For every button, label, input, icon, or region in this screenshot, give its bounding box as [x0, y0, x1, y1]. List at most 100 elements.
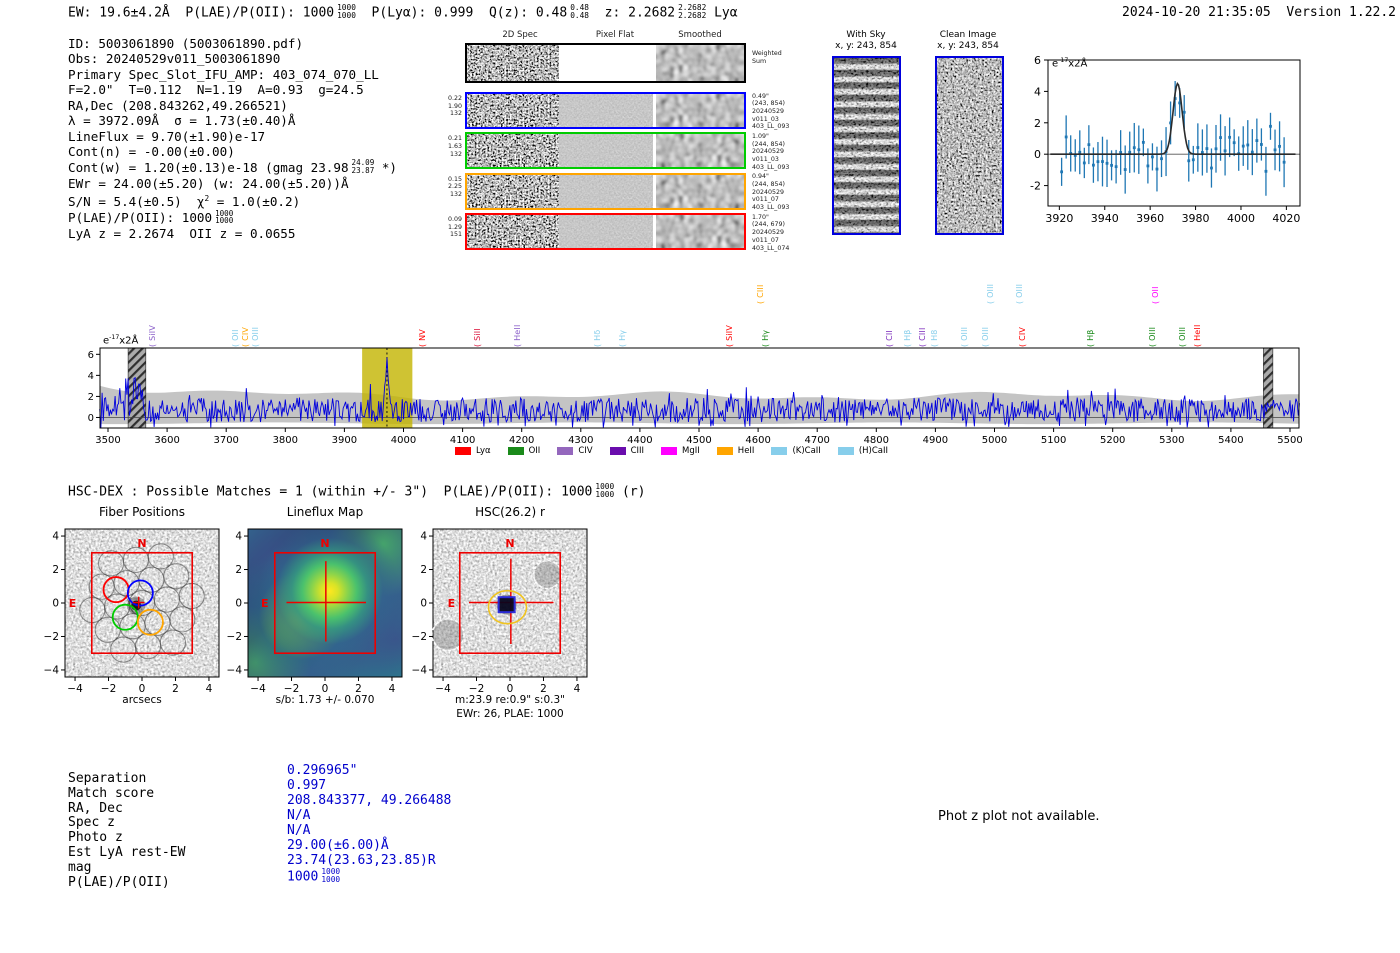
match-table-label: Photo z: [68, 830, 123, 846]
info-line: Cont(n) = -0.00(±0.00): [68, 144, 235, 160]
info-line: Obs: 20240529v011_5003061890: [68, 51, 281, 67]
svg-text:3900: 3900: [332, 435, 357, 446]
svg-text:−4: −4: [227, 664, 243, 676]
svg-text:5300: 5300: [1159, 435, 1184, 446]
legend-swatch: [609, 447, 626, 455]
stacked-fraction: 1000 1000: [321, 866, 341, 884]
svg-text:5100: 5100: [1041, 435, 1066, 446]
match-table-label: Est LyA rest-EW: [68, 844, 186, 860]
with-sky-title: With Sky x, y: 243, 854: [835, 30, 897, 51]
svg-text:5400: 5400: [1218, 435, 1243, 446]
svg-text:4100: 4100: [450, 435, 475, 446]
elixer-report-page: EW: 19.6±4.2Å P(LAE)/P(OII): 1000 1000 100…: [0, 0, 1400, 953]
svg-text:4: 4: [389, 683, 396, 693]
match-table-label: Separation: [68, 771, 147, 786]
svg-text:-2: -2: [1030, 180, 1041, 193]
legend-swatch: [507, 447, 524, 455]
svg-text:2: 2: [540, 683, 547, 693]
hsc-caption-1: m:23.9 re:0.9" s:0.3": [455, 694, 565, 706]
svg-text:0: 0: [52, 598, 59, 610]
spec2d-row: [465, 132, 746, 170]
svg-text:4300: 4300: [568, 435, 593, 446]
hsc-cutout-panel: HSC(26.2) r −4 −2 0 2 4 −4 −2 0 2 4 N E m:23.9 re:0…: [397, 505, 597, 721]
emission-line-label: ( CIII: [756, 284, 766, 304]
match-table-values: 0.296965" 0.997 208.843377, 49.266488 N/A N/…: [287, 763, 451, 885]
north-label: N: [505, 537, 514, 550]
info-line: F=2.0" T=0.112 N=1.19 A=0.93 g=24.5: [68, 82, 364, 98]
lineflux-map-title: Lineflux Map: [286, 505, 364, 519]
info-line: LyA z = 2.2674 OII z = 0.0655: [68, 226, 296, 242]
emission-line-labels: ( SiIV( OII( CIV( OIII( NV( SiII( HeII( …: [58, 264, 1308, 348]
match-table-label: RA, Dec: [68, 800, 123, 816]
hsc-cutout-plot: −4 −2 0 2 4 −4 −2 0 2 4 N E: [397, 523, 597, 693]
svg-text:3980: 3980: [1182, 212, 1210, 225]
east-label: E: [69, 597, 77, 610]
masked-region: [1263, 347, 1274, 429]
svg-text:0: 0: [420, 598, 427, 610]
svg-text:0: 0: [1034, 148, 1041, 161]
north-label: N: [320, 537, 329, 550]
emission-line-label: ( OII: [1150, 286, 1160, 304]
match-table-value: 29.00(±6.00)Å: [287, 837, 389, 853]
photz-note: Phot z plot not available.: [938, 809, 1100, 824]
spec2d-header-pixelflat: Pixel Flat: [595, 30, 635, 40]
match-table-label: mag: [68, 859, 92, 875]
svg-text:0: 0: [139, 683, 146, 693]
spec2d-header-smoothed: Smoothed: [678, 30, 722, 40]
legend-item: (H)CaII: [837, 446, 888, 456]
svg-text:4200: 4200: [509, 435, 534, 446]
svg-text:5000: 5000: [982, 435, 1007, 446]
spec2d-row-right-labels: 1.70" (244, 679) 20240529 v011_07 403_LL_074: [752, 213, 790, 252]
legend-swatch: [771, 447, 788, 455]
report-datetime-version: 2024-10-20 21:35:05 Version 1.22.2: [1040, 5, 1396, 20]
info-line: RA,Dec (208.843262,49.266521): [68, 97, 288, 113]
mini-axis-ticks: −4 −2 0 2 4 −4 −2 0 2 4: [227, 531, 396, 693]
legend-item: (K)CaII: [771, 446, 821, 456]
emission-line-label: ( OIII: [986, 283, 996, 304]
svg-text:0: 0: [88, 413, 94, 424]
clean-image-noise: [937, 58, 1002, 233]
spec2d-row-left-labels: 0.21 1.63 132: [447, 135, 462, 158]
svg-text:5200: 5200: [1100, 435, 1125, 446]
spec2d-row: [465, 172, 746, 210]
svg-text:3940: 3940: [1091, 212, 1119, 225]
full-plot-unit-annotation: e-17x2Å: [103, 334, 139, 347]
svg-text:4000: 4000: [1227, 212, 1255, 225]
hsc-cutout-title: HSC(26.2) r: [475, 505, 545, 519]
info-line: ID: 5003061890 (5003061890.pdf): [68, 36, 304, 51]
match-table-label: Spec z: [68, 815, 115, 831]
stacked-fraction: 24.09 23.87: [351, 158, 375, 176]
stacked-fraction: 2.2682 2.2682: [678, 3, 707, 20]
svg-text:−4: −4: [250, 683, 266, 693]
svg-text:2: 2: [172, 683, 179, 693]
stacked-fraction: 1000 1000: [595, 482, 615, 499]
lineflux-map-plot: −4 −2 0 2 4 −4 −2 0 2 4 N E: [212, 523, 412, 693]
spec2d-row: [465, 92, 746, 129]
svg-text:4700: 4700: [804, 435, 829, 446]
legend-swatch: [557, 447, 574, 455]
svg-text:4: 4: [88, 371, 94, 382]
legend-item: MgII: [661, 446, 700, 456]
match-table-value: 0.296965": [287, 763, 358, 778]
spec2d-row-right-labels: 1.09" (244, 854) 20240529 v011_03 403_LL_093: [752, 132, 790, 171]
svg-text:4: 4: [52, 531, 59, 543]
svg-text:2: 2: [235, 564, 242, 576]
svg-text:−4: −4: [435, 683, 451, 693]
detection-info-block: ID: 5003061890 (5003061890.pdf) Obs: 2024…: [68, 36, 397, 242]
zoom-plot-unit-annotation: e-17x2Å: [1052, 57, 1088, 70]
svg-text:2: 2: [355, 683, 362, 693]
spec2d-row-right-labels: 0.94" (244, 854) 20240529 v011_07 403_LL_093: [752, 173, 790, 212]
fiber-positions-title: Fiber Positions: [98, 505, 186, 519]
svg-text:4: 4: [420, 531, 427, 543]
svg-text:4600: 4600: [745, 435, 770, 446]
legend-item: CIV: [557, 446, 593, 456]
zoom-spectrum-plot: -2 0 2 4 6 3920 3940 3960 3980 4000 4020: [1030, 54, 1301, 225]
stacked-fraction: 0.48 0.48: [570, 3, 589, 20]
weighted-sum-row: [465, 43, 746, 83]
legend-swatch: [837, 447, 854, 455]
hsc-cutout-svg: −4 −2 0 2 4 −4 −2 0 2 4 N E: [412, 528, 588, 693]
spectrum-legend: Lyα OII CIV CIII MgII HeII (K)CaII (H)CaII: [455, 446, 888, 456]
svg-text:3500: 3500: [95, 435, 120, 446]
match-table-label: P(LAE)/P(OII): [68, 874, 170, 890]
fiber-positions-xlabel: arcsecs: [122, 694, 162, 706]
